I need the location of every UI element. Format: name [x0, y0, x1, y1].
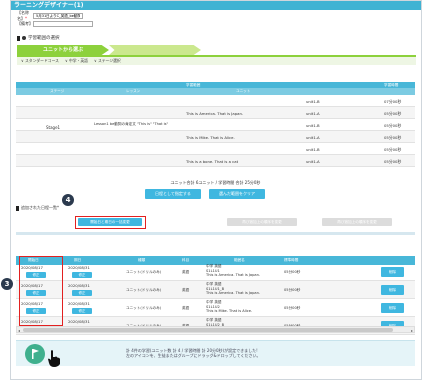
breadcrumb-subject[interactable]: ∨ 中学・英語 — [65, 58, 88, 64]
row-time: 05分00秒 — [284, 306, 301, 310]
unit-text: This is a bone. That is a cat — [186, 159, 239, 164]
hand-cursor-icon — [48, 350, 60, 367]
unit-row[interactable]: This is America. That is Japan. unit1-A 05… — [16, 107, 415, 119]
footer-message: 計 4件の学習(ユニット数 計 4 / 学習時間 計 20分0秒)が設定できまし… — [126, 348, 261, 358]
window-title: ラーニングデザイナー(1) — [11, 1, 421, 10]
memo-label: 【備考】 — [17, 21, 33, 26]
end-date-edit-button[interactable]: 修正 — [72, 308, 92, 314]
unit-row[interactable]: unit1-B 05分00秒 — [16, 143, 415, 155]
end-date: 2020/08/31 — [68, 265, 90, 270]
clear-range-button[interactable]: 選んだ範囲をクリア — [209, 189, 265, 199]
memo-input[interactable] — [33, 21, 93, 27]
list-toolbar-divider — [16, 232, 415, 235]
row-subject: 英語 — [182, 288, 190, 292]
schedule-row: 2020/08/17修正2020/08/31修正ユニット(ドリルのみ)英語中学 … — [16, 281, 415, 299]
unit-time: 07分00秒 — [384, 99, 402, 104]
unit-time: 05分00秒 — [384, 111, 402, 116]
unit-time: 05分00秒 — [384, 135, 402, 140]
breadcrumb-stage[interactable]: ∨ ステージ選択 — [94, 58, 121, 64]
section-scope-header: 学習範囲の選択 — [11, 34, 421, 42]
end-date: 2020/08/31 — [68, 319, 90, 324]
row-title: 中学 英語 S1L1U1 This is America. That is Japa… — [206, 264, 261, 277]
gear-icon — [22, 36, 26, 40]
unit-code: unit1-B — [306, 123, 320, 128]
row-subject: 英語 — [182, 306, 190, 310]
schedule-row: 2020/08/17修正2020/08/31修正ユニット(ドリルのみ)英語中学 … — [16, 299, 415, 317]
delete-button[interactable]: 削除 — [381, 267, 404, 277]
drag-flag-icon[interactable] — [24, 343, 46, 365]
horizontal-scrollbar[interactable]: ◂ ▸ — [16, 326, 415, 333]
annotation-badge-4: 4 — [62, 194, 74, 206]
scroll-right-icon[interactable]: ▸ — [411, 328, 413, 333]
annotation-badge-3: 3 — [1, 278, 13, 290]
bulk-date-change-button[interactable]: 開始日と期日の一括変更 — [78, 218, 142, 226]
row-title: 中学 英語 S1L1U1_B This is America. That is Ja… — [206, 282, 261, 295]
unit-row[interactable]: unit1-B 07分00秒 — [16, 95, 415, 107]
tab-second[interactable] — [109, 45, 201, 55]
unit-row[interactable]: This is Mike. That is Alice. unit1-A 05分00… — [16, 131, 415, 143]
unit-text: This is America. That is Japan. — [186, 111, 244, 116]
end-date: 2020/08/31 — [68, 283, 90, 288]
tab-unit-select[interactable]: ユニットから選ぶ — [17, 45, 109, 55]
end-date-edit-button[interactable]: 修正 — [72, 272, 92, 278]
unit-code: unit1-A — [306, 111, 320, 116]
unit-table-body: Stage1 Lesson1 be動詞の肯定文 "This is" "That … — [16, 95, 415, 167]
add-dates-button[interactable]: 日程として指定する — [145, 189, 201, 199]
highlight-start-dates — [19, 256, 63, 326]
unit-row[interactable]: This is a bone. That is a cat unit1-A 05分0… — [16, 155, 415, 167]
unit-code: unit1-A — [306, 135, 320, 140]
row-title: 中学 英語 S1L1U2 This is Mike. That is Alice. — [206, 300, 253, 313]
unit-text: This is Mike. That is Alice. — [186, 135, 235, 140]
section-schedule-header: 追加された日程一覧* — [16, 205, 59, 211]
breadcrumb: ∨ スタンダードコース ∨ 中学・英語 ∨ ステージ選択 — [17, 57, 416, 65]
name-input[interactable] — [33, 13, 83, 19]
row-subject: 英語 — [182, 270, 190, 274]
unit-time: 05分00秒 — [384, 123, 402, 128]
unit-code: unit1-B — [306, 99, 320, 104]
breadcrumb-course[interactable]: ∨ スタンダードコース — [21, 58, 59, 64]
reorder-button-1[interactable]: 再び追加上の順序を変更 — [227, 218, 297, 226]
row-type: ユニット(ドリルのみ) — [126, 270, 162, 274]
unit-table-header-cols: ステージ レッスン ユニット — [16, 88, 415, 95]
unit-time: 05分00秒 — [384, 159, 402, 164]
scope-tabs: ユニットから選ぶ — [17, 45, 416, 55]
unit-code: unit1-B — [306, 147, 320, 152]
schedule-row: 2020/08/17修正2020/08/31修正ユニット(ドリルのみ)英語中学 … — [16, 263, 415, 281]
unit-code: unit1-A — [306, 159, 320, 164]
unit-summary: ユニット合計 6ユニット / 学習時間 合計 25分0秒 — [170, 180, 261, 185]
delete-button[interactable]: 削除 — [381, 303, 404, 313]
delete-button[interactable]: 削除 — [381, 285, 404, 295]
end-date: 2020/08/31 — [68, 301, 90, 306]
memo-row: 【備考】 — [11, 20, 421, 28]
row-type: ユニット(ドリルのみ) — [126, 306, 162, 310]
row-type: ユニット(ドリルのみ) — [126, 288, 162, 292]
unit-time: 05分00秒 — [384, 147, 402, 152]
section-marker-icon — [17, 35, 20, 41]
unit-row[interactable]: unit1-B 05分00秒 — [16, 119, 415, 131]
row-time: 05分00秒 — [284, 288, 301, 292]
section-marker-icon — [16, 205, 19, 211]
name-row: 【名称名】* — [11, 10, 421, 21]
reorder-button-2[interactable]: 再び追加上の順序を変更 — [322, 218, 392, 226]
unit-table: 学習範囲 学習時間 ステージ レッスン ユニット Stage1 Lesson1 … — [16, 82, 415, 167]
scroll-left-icon[interactable]: ◂ — [18, 328, 20, 333]
summary-footer: 計 4件の学習(ユニット数 計 4 / 学習時間 計 20分0秒)が設定できまし… — [16, 340, 415, 367]
scroll-thumb[interactable] — [23, 328, 393, 332]
row-time: 05分00秒 — [284, 270, 301, 274]
end-date-edit-button[interactable]: 修正 — [72, 290, 92, 296]
